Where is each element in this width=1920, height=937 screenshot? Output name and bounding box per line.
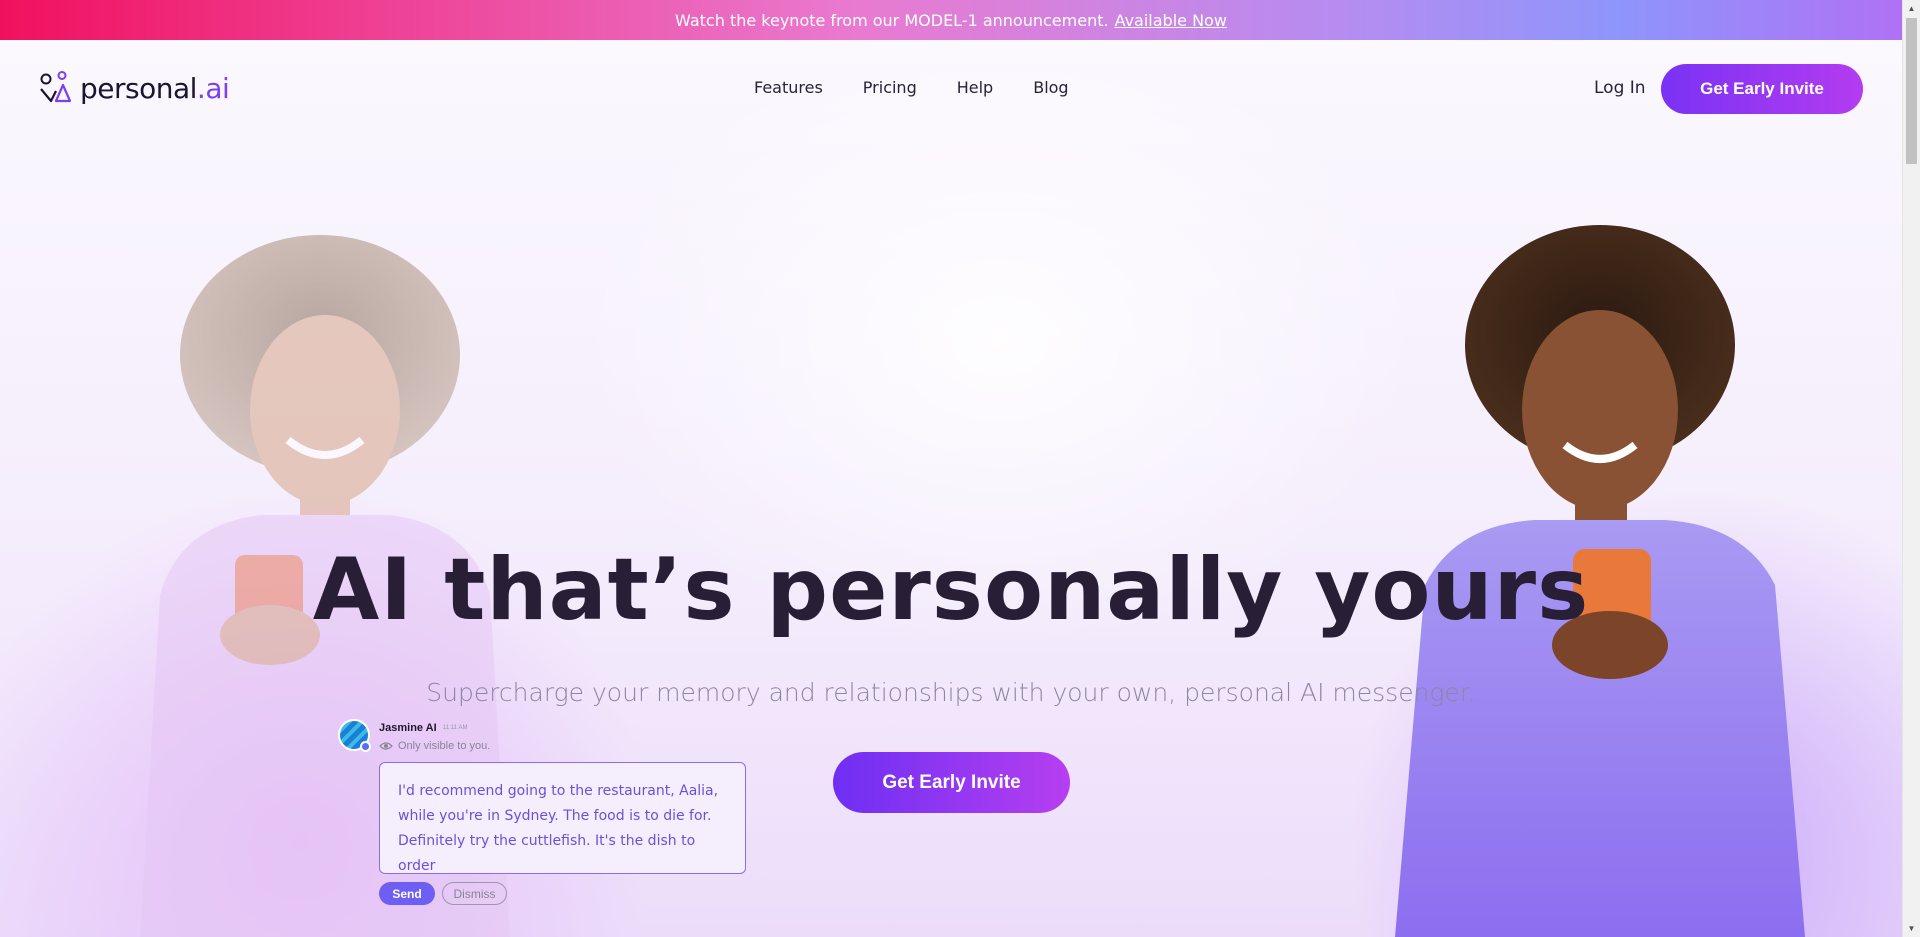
hero-headline: AI that’s personally yours [312, 540, 1590, 640]
chat-visibility-text: Only visible to you. [398, 740, 491, 752]
announcement-link[interactable]: Available Now [1115, 11, 1227, 30]
chat-timestamp: 11:11 AM [443, 725, 468, 731]
chat-visibility: Only visible to you. [379, 740, 490, 752]
eye-icon [379, 742, 393, 750]
announcement-text: Watch the keynote from our MODEL-1 annou… [675, 10, 1109, 30]
scroll-thumb[interactable] [1906, 18, 1917, 164]
online-badge [360, 741, 371, 752]
nav-link-pricing[interactable]: Pricing [863, 78, 917, 97]
nav-link-features[interactable]: Features [754, 78, 823, 97]
login-link[interactable]: Log In [1594, 78, 1646, 98]
chat-avatar [338, 719, 371, 752]
logo-text: personal.ai [80, 71, 230, 105]
brand-logo[interactable]: personal.ai [38, 71, 230, 105]
nav-links: Features Pricing Help Blog [754, 78, 1069, 97]
nav-link-blog[interactable]: Blog [1033, 78, 1068, 97]
dismiss-button[interactable]: Dismiss [442, 882, 507, 905]
get-early-invite-button-nav[interactable]: Get Early Invite [1661, 64, 1863, 114]
page-scrollbar[interactable]: ▲ ▼ [1902, 0, 1920, 937]
logo-suffix: .ai [196, 71, 230, 105]
logo-wordmark: personal [80, 71, 197, 105]
top-navigation: personal.ai Features Pricing Help Blog L… [0, 40, 1902, 138]
scroll-up-arrow-icon[interactable]: ▲ [1903, 0, 1920, 17]
chat-message-box[interactable]: I'd recommend going to the restaurant, A… [379, 762, 746, 874]
send-button[interactable]: Send [379, 882, 435, 905]
scroll-down-arrow-icon[interactable]: ▼ [1903, 920, 1920, 937]
chat-sender-name: Jasmine AI [379, 722, 437, 734]
get-early-invite-button-hero[interactable]: Get Early Invite [833, 752, 1070, 813]
nav-link-help[interactable]: Help [957, 78, 993, 97]
announcement-bar: Watch the keynote from our MODEL-1 annou… [0, 0, 1902, 40]
logo-icon [40, 71, 72, 103]
hero-subheadline: Supercharge your memory and relationship… [426, 678, 1476, 707]
